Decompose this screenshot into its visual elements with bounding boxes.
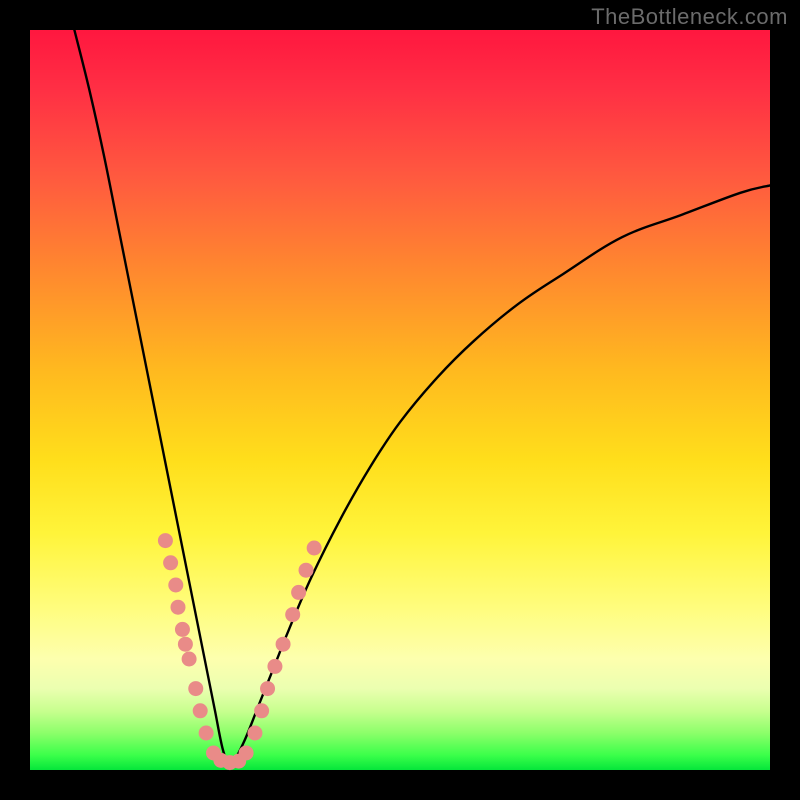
data-marker [168,578,183,593]
data-marker [182,652,197,667]
data-marker [299,563,314,578]
data-marker [158,533,173,548]
curve-left_branch [74,30,229,770]
data-marker [267,659,282,674]
chart-frame: TheBottleneck.com [0,0,800,800]
data-marker [285,607,300,622]
data-marker [188,681,203,696]
data-marker [163,555,178,570]
data-marker [307,541,322,556]
data-marker [247,726,262,741]
chart-markers-group [158,533,322,770]
data-marker [175,622,190,637]
data-marker [199,726,214,741]
data-marker [276,637,291,652]
data-marker [171,600,186,615]
data-marker [260,681,275,696]
data-marker [239,745,254,760]
watermark-text: TheBottleneck.com [591,4,788,30]
chart-curves-group [74,30,770,770]
data-marker [291,585,306,600]
curve-right_branch [230,185,770,770]
chart-svg-layer [30,30,770,770]
data-marker [178,637,193,652]
data-marker [193,703,208,718]
data-marker [254,703,269,718]
